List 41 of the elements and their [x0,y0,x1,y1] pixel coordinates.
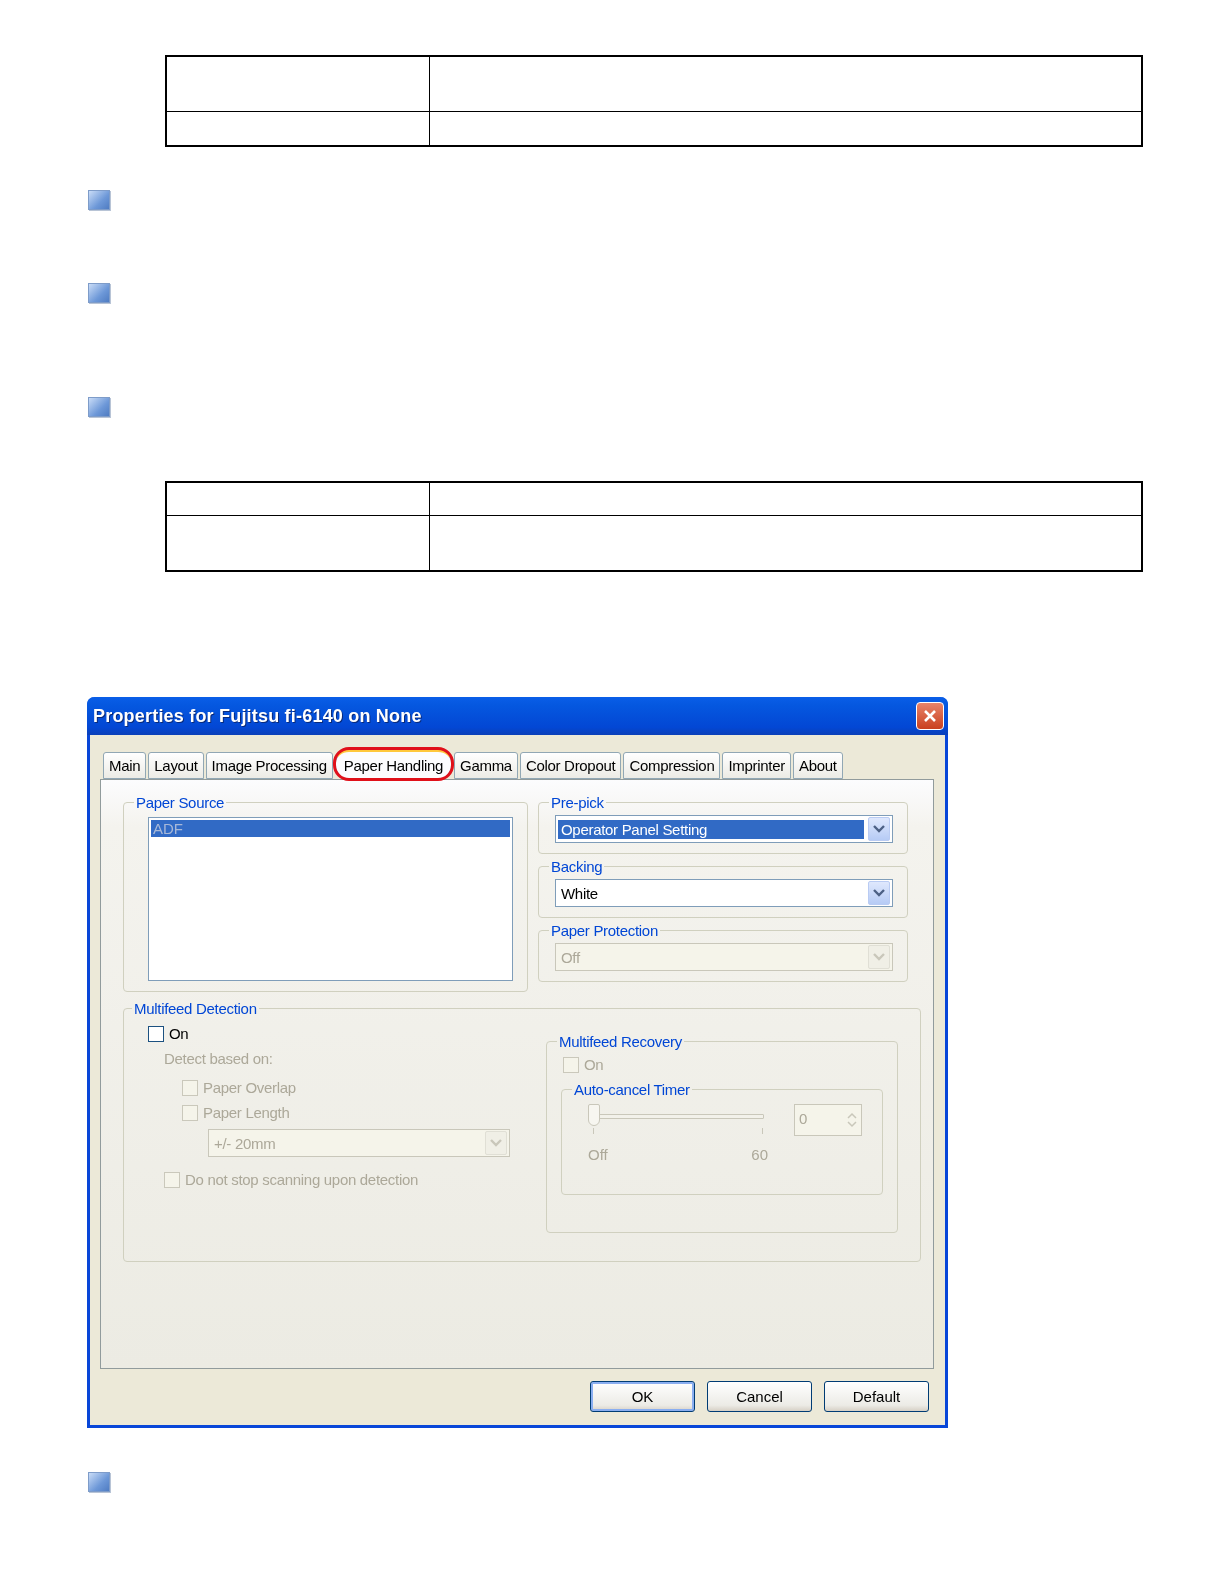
tick-label: 60 [751,1146,768,1163]
dialog-button[interactable]: Default [824,1381,929,1412]
group-title: Paper Protection [550,922,659,939]
bullet-icon [88,397,110,417]
tab[interactable]: Paper Handling [334,749,453,779]
group-title: Backing [550,858,604,875]
tick-label: Off [588,1146,608,1163]
group-title: Pre-pick [550,794,605,811]
tab[interactable]: Image Processing [205,752,333,779]
tab[interactable]: Imprinter [722,752,791,779]
dropdown[interactable]: Operator Panel Setting [555,815,893,843]
tab[interactable]: Gamma [454,752,518,779]
tab[interactable]: Main [103,752,147,779]
bullet-icon [88,190,110,210]
close-icon[interactable] [923,709,937,723]
checkbox-label: On [169,1025,189,1042]
tab[interactable]: About [792,752,843,779]
checkbox-label: On [584,1056,604,1073]
close-button[interactable] [916,702,944,730]
checkbox-label: Paper Overlap [203,1079,296,1096]
window-title: Properties for Fujitsu fi-6140 on None [93,705,422,727]
dialog-button[interactable]: OK [590,1381,695,1412]
checkbox[interactable] [148,1025,164,1042]
dropdown[interactable]: White [555,879,893,907]
tab[interactable]: Color Dropout [519,752,622,779]
chevron-down-icon [873,825,885,833]
detect-label: Detect based on: [164,1050,274,1067]
checkbox-label: Paper Length [203,1104,290,1121]
bullet-icon [88,1472,110,1492]
tab[interactable]: Compression [623,752,721,779]
chevron-down-icon [873,889,885,897]
chevron-down-icon [873,953,885,961]
bullet-icon [88,283,110,303]
checkbox-label: Do not stop scanning upon detection [185,1171,418,1188]
tab[interactable]: Layout [148,752,204,779]
group-title: Multifeed Detection [133,1000,258,1017]
group-title: Paper Source [135,794,226,811]
group-title: Multifeed Recovery [558,1033,683,1050]
group-title: Auto-cancel Timer [573,1081,691,1098]
dialog-button[interactable]: Cancel [707,1381,812,1412]
chevron-down-icon [490,1139,502,1147]
